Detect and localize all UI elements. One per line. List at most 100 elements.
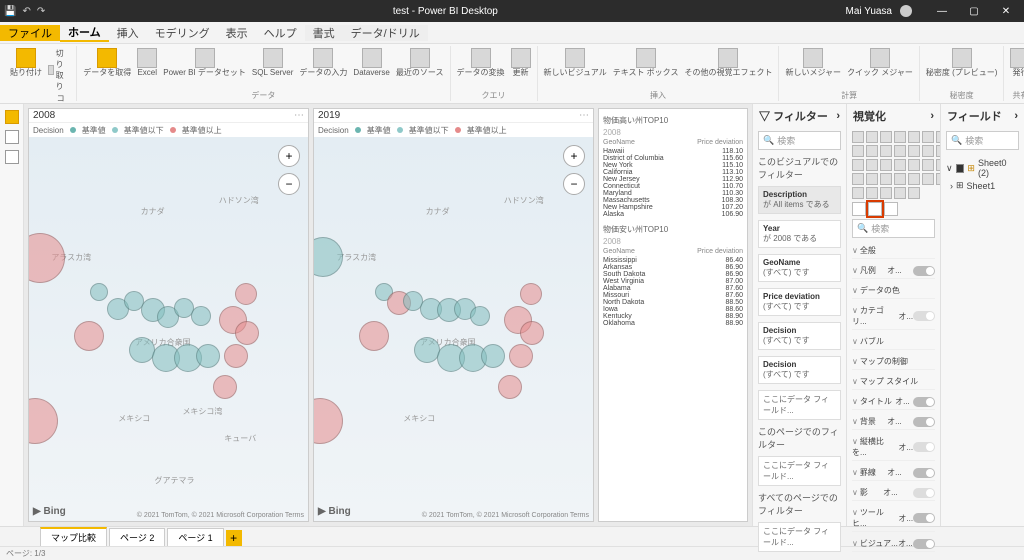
quick-measure-button[interactable]: クイック メジャー (845, 46, 915, 79)
prop-background[interactable]: ∨背景オ... (852, 414, 935, 430)
filter-card-decision-2[interactable]: Decision(すべて) です (758, 356, 841, 384)
map-visual-2008[interactable]: 2008⋯ Decision 基準値 基準値以下 基準値以上 +− カナダ アラ… (28, 108, 309, 522)
table-row: Hawaii118.10 (603, 148, 743, 155)
user-name[interactable]: Mai Yuasa (845, 6, 892, 17)
enter-data-button[interactable]: データの入力 (297, 46, 349, 79)
prop-map-control[interactable]: ∨マップの制御 (852, 354, 935, 370)
visual-menu-icon[interactable]: ⋯ (294, 110, 304, 121)
menu-format[interactable]: 書式 (305, 25, 343, 41)
publish-button[interactable]: 発行 (1008, 46, 1024, 79)
prop-legend[interactable]: ∨凡例オ... (852, 263, 935, 279)
undo-icon[interactable]: ↶ (22, 6, 30, 17)
table-sheet1[interactable]: ›⊞Sheet1 (946, 179, 1019, 192)
table-sheet0[interactable]: ∨⊞Sheet0 (2) (946, 157, 1019, 179)
model-view-icon[interactable] (5, 150, 19, 164)
fields-search[interactable]: 🔍 検索 (946, 131, 1019, 150)
menu-help[interactable]: ヘルプ (256, 25, 305, 41)
prop-data-colors[interactable]: ∨データの色 (852, 283, 935, 299)
expand-icon[interactable]: › (1014, 110, 1018, 122)
prop-visual-header[interactable]: ∨ビジュア...オ... (852, 536, 935, 552)
sensitivity-button[interactable]: 秘密度 (プレビュー) (924, 46, 1000, 79)
textbox-button[interactable]: テキスト ボックス (611, 46, 681, 79)
prop-tooltip[interactable]: ∨ツールヒ...オ... (852, 505, 935, 532)
bottom-table-title: 物価安い州TOP10 (603, 224, 743, 235)
new-visual-button[interactable]: 新しいビジュアル (542, 46, 609, 79)
recent-sources-button[interactable]: 最近のソース (394, 46, 446, 79)
filter-add-field-all[interactable]: ここにデータ フィールド... (758, 522, 841, 552)
prop-general[interactable]: ∨全般 (852, 243, 935, 259)
viz-gallery[interactable] (847, 128, 940, 202)
pbi-dataset-button[interactable]: Power BI データセット (161, 46, 248, 79)
menu-data-drill[interactable]: データ/ドリル (343, 25, 428, 41)
menu-insert[interactable]: 挿入 (109, 25, 147, 41)
filter-add-field-page[interactable]: ここにデータ フィールド... (758, 456, 841, 486)
filter-add-field[interactable]: ここにデータ フィールド... (758, 390, 841, 420)
menu-modeling[interactable]: モデリング (147, 25, 218, 41)
workspace: 2008⋯ Decision 基準値 基準値以下 基準値以上 +− カナダ アラ… (0, 104, 1024, 526)
more-visuals-button[interactable]: その他の視覚エフェクト (682, 46, 774, 79)
table-row: Maryland110.30 (603, 190, 743, 197)
cut-button[interactable]: 切り取り (48, 48, 70, 92)
view-rail (0, 104, 24, 526)
expand-icon[interactable]: › (836, 110, 840, 122)
dataverse-button[interactable]: Dataverse (351, 46, 391, 79)
table-row: Alaska106.90 (603, 211, 743, 218)
filter-card-geoname[interactable]: GeoName(すべて) です (758, 254, 841, 282)
table-row: District of Columbia115.60 (603, 155, 743, 162)
filter-card-decision[interactable]: Decision(すべて) です (758, 322, 841, 350)
visual-menu-icon[interactable]: ⋯ (579, 110, 589, 121)
expand-icon[interactable]: › (930, 110, 934, 122)
new-measure-button[interactable]: 新しいメジャー (783, 46, 843, 79)
excel-button[interactable]: Excel (135, 46, 159, 79)
close-button[interactable]: ✕ (992, 6, 1020, 17)
fields-tab-icon[interactable] (852, 202, 866, 216)
prop-bubble[interactable]: ∨バブル (852, 334, 935, 350)
data-group-label: データ (81, 90, 445, 101)
save-icon[interactable]: 💾 (4, 6, 16, 17)
table-row: Massachusetts108.30 (603, 197, 743, 204)
viz-search[interactable]: 🔍 検索 (852, 219, 935, 238)
menu-view[interactable]: 表示 (218, 25, 256, 41)
prop-aspect[interactable]: ∨縦横比を...オ... (852, 434, 935, 461)
prop-category[interactable]: ∨カテゴリ...オ... (852, 303, 935, 330)
prop-border[interactable]: ∨罫線オ... (852, 465, 935, 481)
analytics-tab-icon[interactable] (884, 202, 898, 216)
viz-tabs[interactable] (847, 202, 940, 216)
filter-card-price-deviation[interactable]: Price deviation(すべて) です (758, 288, 841, 316)
map-visual-2019[interactable]: 2019⋯ Decision 基準値 基準値以下 基準値以上 +− カナダ アラ… (313, 108, 594, 522)
table-row: Mississippi86.40 (603, 257, 743, 264)
share-group-label: 共有 (1008, 90, 1024, 101)
report-view-icon[interactable] (5, 110, 19, 124)
tab-map-compare[interactable]: マップ比較 (40, 527, 107, 546)
tab-page1[interactable]: ページ 1 (167, 528, 223, 546)
prop-shadow[interactable]: ∨影オ... (852, 485, 935, 501)
query-group-label: クエリ (455, 90, 533, 101)
table-row: Kentucky88.90 (603, 313, 743, 320)
filter-search[interactable]: 🔍 検索 (758, 131, 841, 150)
get-data-button[interactable]: データを取得 (81, 46, 133, 79)
add-page-button[interactable]: + (226, 530, 242, 546)
menu-file[interactable]: ファイル (0, 25, 60, 41)
tab-page2[interactable]: ページ 2 (109, 528, 165, 546)
filter-card-description[interactable]: Descriptionが All items である (758, 186, 841, 214)
format-tab-icon[interactable] (868, 202, 882, 216)
sql-button[interactable]: SQL Server (250, 46, 296, 79)
refresh-button[interactable]: 更新 (509, 46, 533, 79)
filter-card-year[interactable]: Yearが 2008 である (758, 220, 841, 248)
minimize-button[interactable]: — (928, 6, 956, 17)
map-attribution: © 2021 TomTom, © 2021 Microsoft Corporat… (422, 512, 589, 519)
report-canvas[interactable]: 2008⋯ Decision 基準値 基準値以下 基準値以上 +− カナダ アラ… (24, 104, 752, 526)
redo-icon[interactable]: ↷ (37, 6, 45, 17)
data-view-icon[interactable] (5, 130, 19, 144)
paste-button[interactable]: 貼り付け (8, 46, 44, 79)
maximize-button[interactable]: ▢ (960, 6, 988, 17)
transform-button[interactable]: データの変換 (455, 46, 507, 79)
menu-home[interactable]: ホーム (60, 24, 109, 42)
user-avatar[interactable] (900, 5, 912, 17)
prop-title[interactable]: ∨タイトルオ... (852, 394, 935, 410)
bing-logo: ▶ Bing (318, 506, 351, 517)
map-view-a[interactable]: +− カナダ アラスカ湾 ハドソン湾 アメリカ合衆国 メキシコ メキシコ湾 キュ… (29, 137, 308, 521)
prop-map-style[interactable]: ∨マップ スタイル (852, 374, 935, 390)
map-view-b[interactable]: +− カナダ アラスカ湾 ハドソン湾 アメリカ合衆国 メキシコ (314, 137, 593, 521)
fields-pane: フィールド› 🔍 検索 ∨⊞Sheet0 (2) ›⊞Sheet1 (940, 104, 1024, 526)
